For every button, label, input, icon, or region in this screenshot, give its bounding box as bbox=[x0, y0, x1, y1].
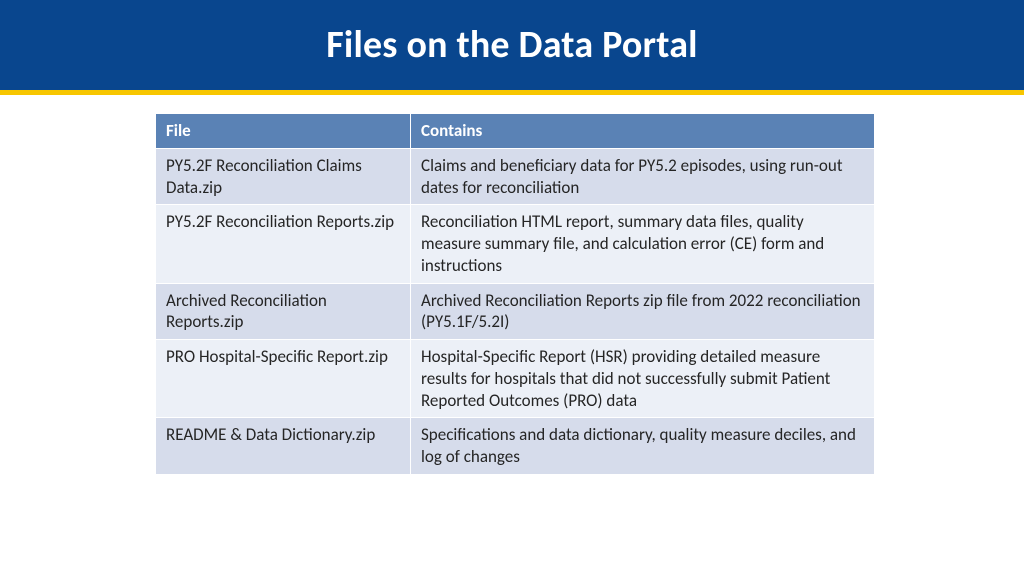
table-row: Archived Reconciliation Reports.zip Arch… bbox=[156, 283, 875, 340]
table-row: README & Data Dictionary.zip Specificati… bbox=[156, 418, 875, 475]
cell-contains: Archived Reconciliation Reports zip file… bbox=[411, 283, 875, 340]
cell-file: PY5.2F Reconciliation Claims Data.zip bbox=[156, 148, 411, 205]
cell-file: PRO Hospital-Specific Report.zip bbox=[156, 340, 411, 418]
col-header-file: File bbox=[156, 114, 411, 149]
table-row: PRO Hospital-Specific Report.zip Hospita… bbox=[156, 340, 875, 418]
files-table: File Contains PY5.2F Reconciliation Clai… bbox=[155, 113, 875, 475]
slide-content: File Contains PY5.2F Reconciliation Clai… bbox=[0, 95, 1024, 475]
cell-file: PY5.2F Reconciliation Reports.zip bbox=[156, 205, 411, 283]
table-row: PY5.2F Reconciliation Claims Data.zip Cl… bbox=[156, 148, 875, 205]
table-header-row: File Contains bbox=[156, 114, 875, 149]
cell-contains: Hospital-Specific Report (HSR) providing… bbox=[411, 340, 875, 418]
slide-header: Files on the Data Portal bbox=[0, 0, 1024, 95]
cell-file: Archived Reconciliation Reports.zip bbox=[156, 283, 411, 340]
cell-contains: Specifications and data dictionary, qual… bbox=[411, 418, 875, 475]
slide-title: Files on the Data Portal bbox=[326, 22, 697, 68]
col-header-contains: Contains bbox=[411, 114, 875, 149]
cell-contains: Reconciliation HTML report, summary data… bbox=[411, 205, 875, 283]
table-row: PY5.2F Reconciliation Reports.zip Reconc… bbox=[156, 205, 875, 283]
cell-contains: Claims and beneficiary data for PY5.2 ep… bbox=[411, 148, 875, 205]
cell-file: README & Data Dictionary.zip bbox=[156, 418, 411, 475]
